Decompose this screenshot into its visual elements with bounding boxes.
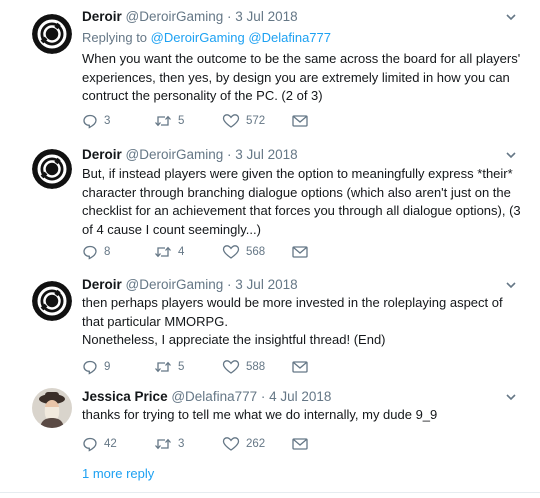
display-name[interactable]: Deroir [82, 277, 122, 292]
separator: · [227, 147, 232, 162]
retweet-button[interactable]: 3 [154, 434, 184, 454]
tweet[interactable]: Deroir @DeroirGaming · 3 Jul 2018 But, i… [0, 140, 540, 272]
retweet-button[interactable]: 5 [154, 357, 184, 377]
display-name[interactable]: Deroir [82, 147, 122, 162]
direct-message-button[interactable] [292, 434, 314, 454]
reply-icon [83, 437, 97, 452]
retweet-icon [155, 438, 171, 450]
reply-icon [83, 245, 97, 260]
username[interactable]: @DeroirGaming [126, 147, 224, 162]
like-button[interactable]: 572 [222, 111, 265, 131]
deroir-logo-icon [32, 14, 72, 54]
separator: · [227, 277, 232, 292]
tweet-text: When you want the outcome to be the same… [82, 51, 521, 103]
reply-count: 8 [104, 246, 111, 258]
retweet-count: 4 [178, 246, 185, 258]
tweet-header: Deroir @DeroirGaming · 3 Jul 2018 [82, 146, 298, 164]
timestamp[interactable]: 3 Jul 2018 [235, 9, 297, 24]
like-count: 588 [246, 361, 266, 373]
timestamp[interactable]: 3 Jul 2018 [235, 277, 297, 292]
tweet-text: then perhaps players would be more inves… [82, 294, 522, 350]
tweet-header: Jessica Price @Delafina777 · 4 Jul 2018 [82, 388, 331, 406]
reply-button[interactable]: 8 [82, 242, 110, 262]
envelope-icon [292, 115, 308, 127]
retweet-icon [155, 246, 171, 258]
like-count: 572 [246, 115, 266, 127]
like-button[interactable]: 568 [222, 242, 265, 262]
divider [0, 492, 540, 493]
reply-icon [83, 360, 97, 375]
show-more-replies-link[interactable]: 1 more reply [82, 466, 154, 481]
direct-message-button[interactable] [292, 357, 314, 377]
retweet-count: 5 [178, 115, 185, 127]
reply-button[interactable]: 3 [82, 111, 110, 131]
tweet[interactable]: Deroir @DeroirGaming · 3 Jul 2018 then p… [0, 272, 540, 382]
reply-icon [83, 114, 97, 129]
timestamp[interactable]: 3 Jul 2018 [235, 147, 297, 162]
retweet-icon [155, 361, 171, 373]
heart-icon [222, 245, 240, 259]
separator: · [260, 389, 266, 404]
avatar[interactable] [32, 149, 72, 189]
mention-link[interactable]: @DeroirGaming [151, 30, 245, 45]
chevron-down-icon[interactable] [504, 278, 518, 292]
username[interactable]: @DeroirGaming [126, 277, 224, 292]
timestamp[interactable]: 4 Jul 2018 [269, 389, 331, 404]
reply-count: 3 [104, 115, 111, 127]
replying-label: Replying to [82, 30, 151, 45]
like-count: 262 [246, 438, 266, 450]
avatar[interactable] [32, 388, 72, 428]
chevron-down-icon[interactable] [504, 148, 518, 162]
retweet-button[interactable]: 4 [154, 242, 184, 262]
reply-count: 9 [104, 361, 111, 373]
tweet-text: thanks for trying to tell me what we do … [82, 407, 438, 422]
direct-message-button[interactable] [292, 242, 314, 262]
envelope-icon [292, 246, 308, 258]
avatar[interactable] [32, 14, 72, 54]
display-name[interactable]: Deroir [82, 9, 122, 24]
separator: · [227, 9, 232, 24]
tweet-text-line: Nonetheless, I appreciate the insightful… [82, 332, 386, 347]
tweet-header: Deroir @DeroirGaming · 3 Jul 2018 [82, 276, 298, 294]
avatar[interactable] [32, 281, 72, 321]
retweet-button[interactable]: 5 [154, 111, 184, 131]
direct-message-button[interactable] [292, 111, 314, 131]
like-button[interactable]: 262 [222, 434, 265, 454]
retweet-count: 3 [178, 438, 185, 450]
envelope-icon [292, 361, 308, 373]
deroir-logo-icon [32, 149, 72, 189]
like-button[interactable]: 588 [222, 357, 265, 377]
retweet-count: 5 [178, 361, 185, 373]
tweet-text: But, if instead players were given the o… [82, 166, 521, 237]
tweet[interactable]: Jessica Price @Delafina777 · 4 Jul 2018 … [0, 382, 540, 462]
display-name[interactable]: Jessica Price [82, 389, 168, 404]
mention-link[interactable]: @Delafina777 [248, 30, 331, 45]
deroir-logo-icon [32, 281, 72, 321]
envelope-icon [292, 438, 308, 450]
tweet[interactable]: Deroir @DeroirGaming · 3 Jul 2018 Replyi… [0, 0, 540, 140]
tweet-text-line: then perhaps players would be more inves… [82, 295, 503, 329]
heart-icon [222, 114, 240, 128]
replying-to: Replying to @DeroirGaming @Delafina777 [82, 29, 331, 47]
like-count: 568 [246, 246, 266, 258]
reply-count: 42 [104, 438, 117, 450]
user-photo-avatar [32, 388, 72, 428]
reply-button[interactable]: 9 [82, 357, 110, 377]
tweet-header: Deroir @DeroirGaming · 3 Jul 2018 [82, 8, 298, 26]
heart-icon [222, 437, 240, 451]
chevron-down-icon[interactable] [504, 10, 518, 24]
chevron-down-icon[interactable] [504, 390, 518, 404]
username[interactable]: @Delafina777 [171, 389, 257, 404]
heart-icon [222, 360, 240, 374]
reply-button[interactable]: 42 [82, 434, 117, 454]
retweet-icon [155, 115, 171, 127]
username[interactable]: @DeroirGaming [126, 9, 224, 24]
